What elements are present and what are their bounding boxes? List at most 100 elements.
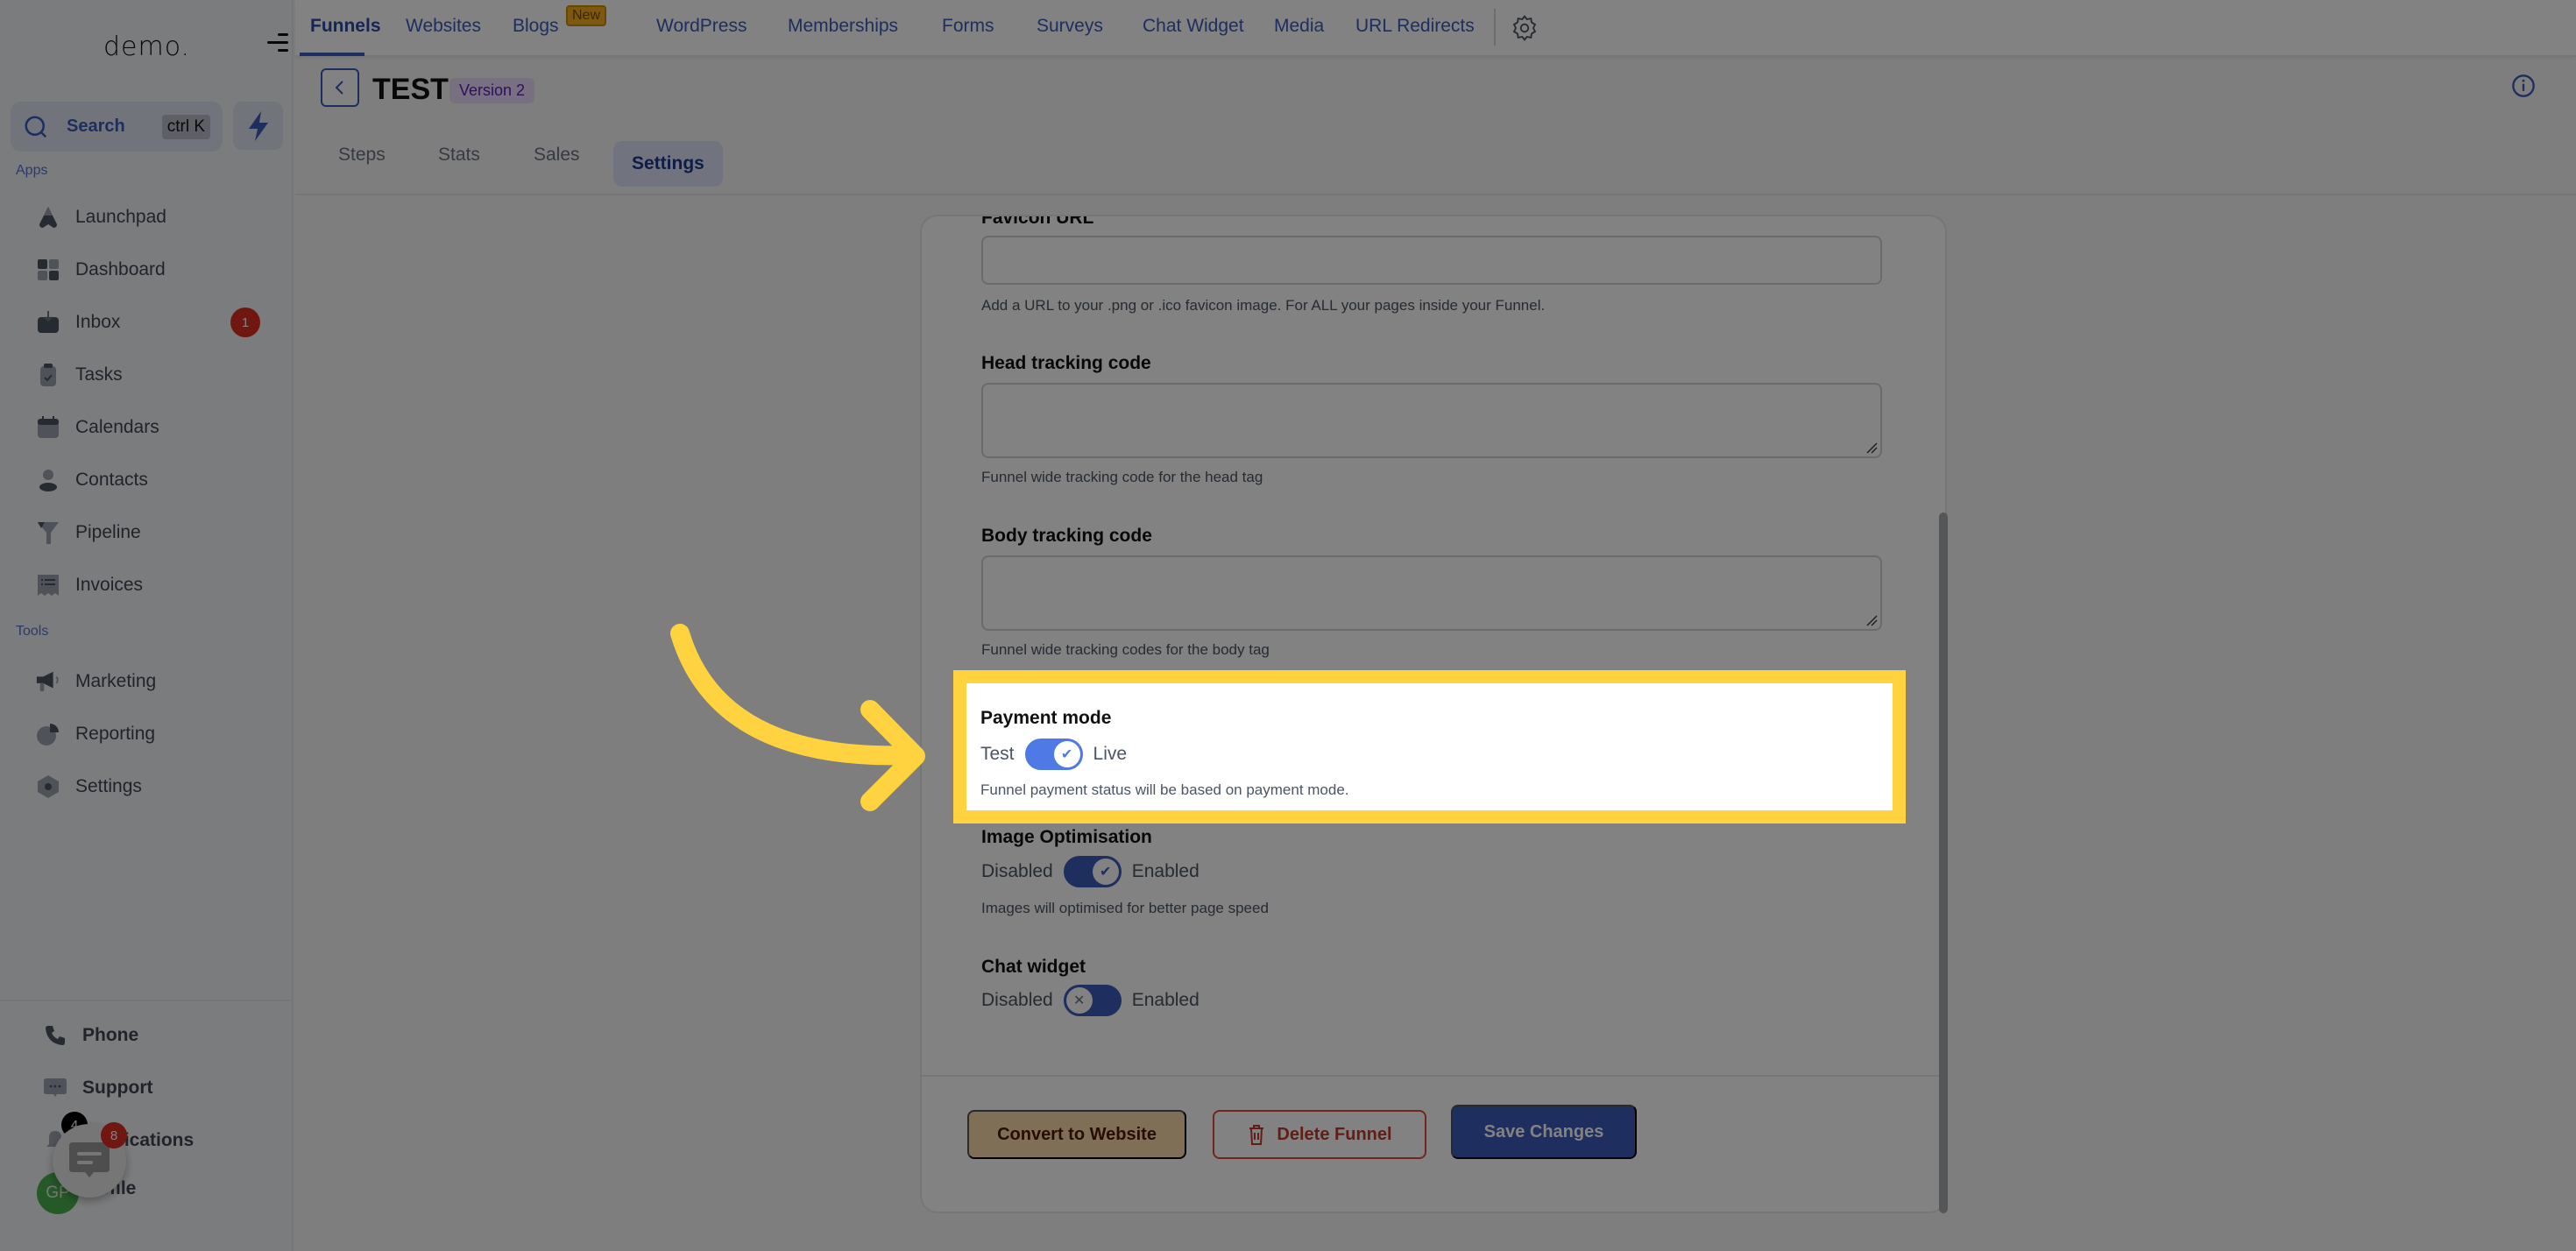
sidebar-item-label: Inbox (75, 312, 121, 332)
sidebar-item-marketing[interactable]: Marketing (35, 664, 156, 699)
check-icon: ✔ (1053, 741, 1080, 767)
chat-widget-label: Chat widget (981, 957, 1086, 977)
app-logo: demo. (103, 32, 191, 62)
gear-icon[interactable] (1511, 14, 1539, 42)
sidebar-item-dashboard[interactable]: Dashboard (35, 252, 166, 287)
chat-icon (42, 1075, 68, 1101)
favicon-label: Favicon URL (981, 215, 1094, 228)
tab-websites[interactable]: Websites (406, 16, 481, 37)
menu-collapse-icon[interactable] (267, 32, 288, 53)
body-tracking-label: Body tracking code (981, 526, 1152, 546)
sidebar-item-label: Tasks (75, 364, 123, 385)
tab-forms[interactable]: Forms (942, 16, 994, 37)
new-badge: New (566, 5, 607, 26)
tab-wordpress[interactable]: WordPress (656, 16, 747, 37)
tab-funnels[interactable]: Funnels (310, 16, 381, 37)
payment-mode-off-label: Test (980, 744, 1015, 764)
payment-mode-highlight: Payment mode Test ✔ Live Funnel payment … (953, 670, 1906, 823)
search-icon (25, 116, 47, 138)
footer-divider (922, 1075, 1945, 1077)
version-badge: Version 2 (449, 78, 535, 103)
section-label-tools: Tools (16, 624, 49, 639)
payment-mode-on-label: Live (1093, 744, 1128, 764)
head-tracking-label: Head tracking code (981, 353, 1151, 373)
payment-mode-label: Payment mode (980, 708, 1112, 728)
tab-memberships[interactable]: Memberships (788, 16, 898, 37)
inbox-badge: 1 (230, 307, 260, 337)
payment-mode-help: Funnel payment status will be based on p… (980, 781, 1349, 798)
convert-to-website-button[interactable]: Convert to Website (967, 1110, 1186, 1159)
sidebar-item-label: Calendars (75, 417, 159, 437)
clipboard-icon (35, 362, 61, 388)
sidebar-item-phone[interactable]: Phone (42, 1018, 138, 1053)
payment-mode-toggle[interactable]: ✔ (1024, 739, 1083, 770)
sidebar-item-settings[interactable]: Settings (35, 769, 142, 804)
top-navigation: Funnels Websites Blogs New WordPress Mem… (295, 0, 2576, 57)
tab-url-redirects[interactable]: URL Redirects (1355, 16, 1475, 37)
image-optimisation-help: Images will optimised for better page sp… (981, 900, 1269, 916)
sidebar-item-calendars[interactable]: Calendars (35, 410, 159, 445)
body-tracking-help: Funnel wide tracking codes for the body … (981, 641, 1270, 658)
invoice-icon (35, 572, 61, 598)
head-tracking-help: Funnel wide tracking code for the head t… (981, 469, 1263, 485)
active-tab-indicator (300, 53, 364, 56)
body-tracking-textarea[interactable] (981, 555, 1882, 631)
sidebar-item-support[interactable]: Support (42, 1071, 152, 1106)
sidebar-item-pipeline[interactable]: Pipeline (35, 515, 141, 550)
tab-chat-widget[interactable]: Chat Widget (1143, 16, 1244, 37)
head-tracking-textarea[interactable] (981, 383, 1882, 458)
image-optimisation-on-label: Enabled (1131, 861, 1200, 881)
sidebar-item-contacts[interactable]: Contacts (35, 463, 148, 498)
image-optimisation-toggle[interactable]: ✔ (1063, 856, 1122, 887)
chat-widget-row: Disabled ✕ Enabled (981, 985, 1200, 1016)
pointer-arrow-icon (670, 624, 925, 811)
resize-handle-icon[interactable] (1865, 614, 1878, 626)
section-label-apps: Apps (16, 163, 48, 178)
card-scrollbar[interactable] (1939, 512, 1948, 1213)
tab-stats[interactable]: Stats (438, 145, 480, 166)
tab-steps[interactable]: Steps (338, 145, 386, 166)
tab-settings[interactable]: Settings (613, 141, 723, 187)
sidebar-item-label: Reporting (75, 724, 156, 744)
tab-blogs[interactable]: Blogs (513, 16, 559, 37)
tab-sales[interactable]: Sales (534, 145, 580, 166)
header-divider (295, 194, 2576, 195)
chevron-left-icon (335, 81, 343, 95)
sidebar-item-label: Settings (75, 776, 142, 796)
search-shortcut: ctrl K (161, 114, 210, 139)
inbox-icon (35, 309, 61, 336)
favicon-url-input[interactable] (981, 236, 1882, 285)
payment-mode-row: Test ✔ Live (980, 739, 1127, 770)
sidebar-item-label: Marketing (75, 671, 157, 691)
chat-widget-on-label: Enabled (1131, 990, 1200, 1010)
sidebar-item-label: Pipeline (75, 522, 141, 542)
sidebar-item-launchpad[interactable]: Launchpad (35, 200, 166, 235)
sidebar-item-label: Phone (82, 1025, 139, 1045)
sidebar-item-reporting[interactable]: Reporting (35, 717, 155, 752)
back-button[interactable] (321, 68, 359, 107)
save-changes-button[interactable]: Save Changes (1451, 1105, 1637, 1159)
sidebar-item-label: Contacts (75, 470, 148, 490)
sidebar-item-tasks[interactable]: Tasks (35, 357, 123, 392)
tab-media[interactable]: Media (1274, 16, 1324, 37)
delete-funnel-button[interactable]: Delete Funnel (1213, 1110, 1426, 1159)
sidebar-item-inbox[interactable]: Inbox (35, 305, 120, 340)
favicon-help: Add a URL to your .png or .ico favicon i… (981, 297, 1546, 314)
settings-hex-icon (35, 774, 61, 800)
chat-widget-badge: 8 (101, 1122, 127, 1149)
phone-icon (42, 1022, 68, 1049)
search-button[interactable]: Search ctrl K (11, 102, 223, 152)
resize-handle-icon[interactable] (1865, 442, 1878, 454)
pie-chart-icon (35, 721, 61, 747)
quick-actions-button[interactable] (233, 102, 283, 150)
info-icon[interactable] (2511, 74, 2536, 98)
funnel-icon (35, 519, 61, 546)
check-icon: ✔ (1092, 859, 1119, 885)
nav-separator (1494, 9, 1496, 46)
chat-widget-toggle[interactable]: ✕ (1063, 985, 1122, 1016)
person-icon (35, 467, 61, 493)
sidebar-item-invoices[interactable]: Invoices (35, 568, 143, 603)
rocket-icon (35, 204, 61, 230)
tab-surveys[interactable]: Surveys (1037, 16, 1103, 37)
sidebar-item-label: Dashboard (75, 259, 166, 279)
